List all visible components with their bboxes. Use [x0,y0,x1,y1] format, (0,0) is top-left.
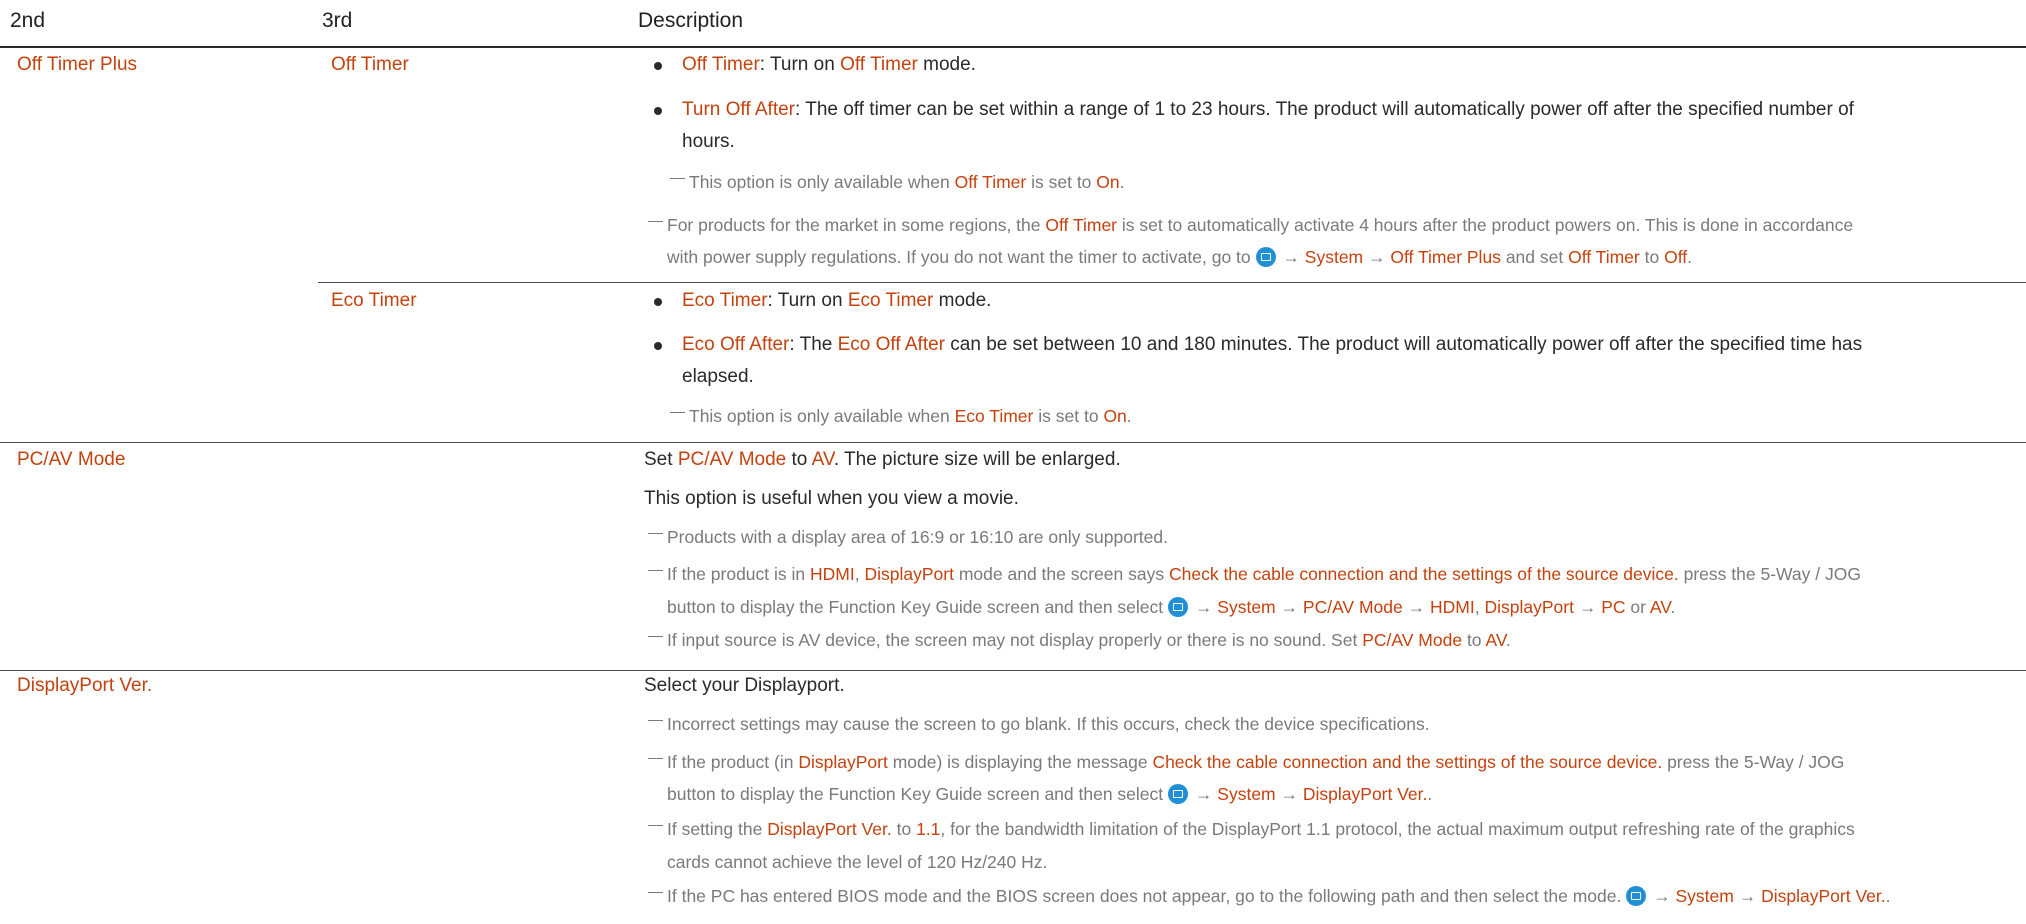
column-header-2nd: 2nd [10,9,46,32]
note-dash-icon [648,758,663,759]
note-text: If the product (in DisplayPort mode) is … [667,752,1845,772]
description-text: hours. [682,131,735,152]
note-text: If the product is in HDMI, DisplayPort m… [667,564,1861,584]
note-dash-icon [648,533,663,534]
note-text: This option is only available when Off T… [689,172,1125,192]
submenu-item-off-timer: Off Timer [331,54,409,75]
note-text: Products with a display area of 16:9 or … [667,527,1168,547]
note-dash-icon [670,412,685,413]
table-row-pc-av-mode: PC/AV Mode Set PC/AV Mode to AV. The pic… [0,442,2026,671]
menu-item-pc-av-mode: PC/AV Mode [17,449,126,470]
note-dash-icon [648,892,663,893]
table-row-displayport-ver: DisplayPort Ver. Select your Displayport… [0,670,2026,924]
menu-item-off-timer-plus: Off Timer Plus [17,54,138,75]
column-header-3rd: 3rd [322,9,353,32]
note-dash-icon [670,178,685,179]
note-text: button to display the Function Key Guide… [667,784,1433,804]
table-header: 2nd 3rd Description [0,0,2026,48]
table-row-off-timer-plus: Off Timer Plus Off Timer Off Timer: Turn… [0,48,2026,282]
bullet-icon [654,107,662,115]
description-text: Select your Displayport. [644,675,845,696]
note-text: If the PC has entered BIOS mode and the … [667,886,1891,906]
menu-icon [1168,784,1189,804]
bullet-icon [654,298,662,306]
description-bullet: Eco Timer: Turn on Eco Timer mode. [682,290,992,311]
table-row-eco-timer: Eco Timer Eco Timer: Turn on Eco Timer m… [0,282,2026,442]
note-dash-icon [648,825,663,826]
description-bullet: Off Timer: Turn on Off Timer mode. [682,54,976,75]
note-text: Incorrect settings may cause the screen … [667,714,1430,734]
description-text: Set PC/AV Mode to AV. The picture size w… [644,449,1121,470]
note-text: button to display the Function Key Guide… [667,597,1676,617]
note-text: with power supply regulations. If you do… [667,247,1692,267]
menu-icon [1168,597,1189,617]
description-bullet: Eco Off After: The Eco Off After can be … [682,334,1863,355]
column-header-description: Description [638,9,744,32]
note-text: This option is only available when Eco T… [689,406,1132,426]
menu-icon [1626,886,1647,906]
bullet-icon [654,62,662,70]
note-dash-icon [648,636,663,637]
note-dash-icon [648,570,663,571]
description-bullet: Turn Off After: The off timer can be set… [682,99,1854,120]
menu-icon [1255,247,1276,267]
note-text: If setting the DisplayPort Ver. to 1.1, … [667,819,1855,839]
note-text: cards cannot achieve the level of 120 Hz… [667,852,1048,872]
note-text: For products for the market in some regi… [667,215,1854,235]
description-text: This option is useful when you view a mo… [644,488,1019,509]
note-dash-icon [648,720,663,721]
description-text: elapsed. [682,366,754,387]
note-dash-icon [648,221,663,222]
submenu-item-eco-timer: Eco Timer [331,290,417,311]
menu-item-displayport-ver: DisplayPort Ver. [17,675,153,696]
bullet-icon [654,342,662,350]
note-text: If input source is AV device, the screen… [667,630,1511,650]
